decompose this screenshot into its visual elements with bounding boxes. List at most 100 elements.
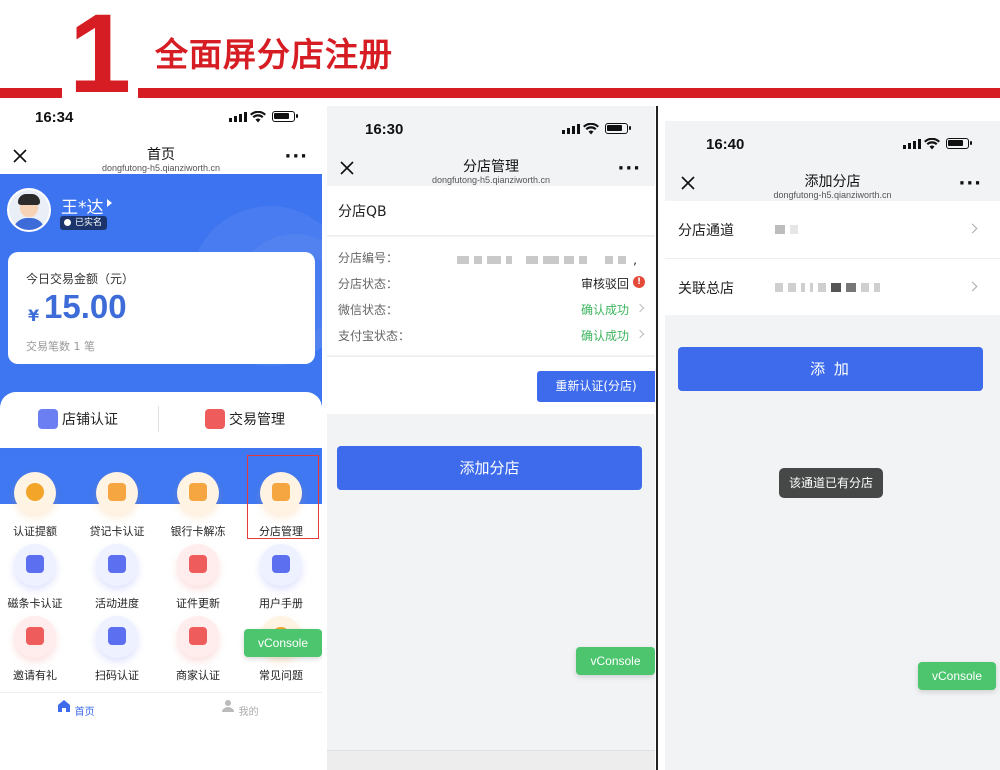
parent-store-select-row[interactable]: 关联总店 — [665, 258, 1000, 315]
branch-code-suffix: , — [633, 253, 637, 267]
vconsole-button[interactable]: vConsole — [244, 629, 322, 657]
wifi-icon — [583, 123, 599, 135]
store-certify-label: 店铺认证 — [62, 412, 118, 428]
vconsole-button[interactable]: vConsole — [576, 647, 655, 675]
branch-status-label: 分店状态： — [338, 277, 399, 291]
chevron-right-icon — [635, 303, 645, 313]
more-icon[interactable]: ··· — [284, 146, 308, 167]
more-icon[interactable]: ··· — [617, 158, 641, 179]
grid-item-manual[interactable]: 用户手册 — [241, 544, 321, 611]
branch-info: 分店编号： , 分店状态： 审核驳回 ! 微信状态： 确认成功 支付宝状态： 确… — [327, 237, 655, 355]
row-branch-code: 分店编号： , — [338, 247, 643, 267]
grid-item-merchant-cert[interactable]: 商家认证 — [158, 616, 238, 683]
signal-icon — [229, 112, 247, 122]
status-time: 16:40 — [706, 136, 745, 153]
section-title: 全面屏分店注册 — [155, 35, 393, 74]
row-branch-status: 分店状态： 审核驳回 ! — [338, 273, 645, 293]
id-card-icon — [177, 544, 219, 586]
grid-item-invite[interactable]: 邀请有礼 — [0, 616, 75, 683]
alipay-status-label: 支付宝状态： — [338, 329, 411, 343]
chevron-right-icon — [635, 329, 645, 339]
more-icon[interactable]: ··· — [958, 173, 982, 194]
wifi-icon — [924, 138, 940, 150]
toast-message: 该通道已有分店 — [779, 468, 884, 498]
grid-label: 银行卡解冻 — [170, 525, 226, 538]
signal-icon — [903, 139, 921, 149]
chevron-right-icon[interactable] — [107, 199, 112, 207]
recertify-branch-button[interactable]: 重新认证(分店) — [537, 371, 655, 402]
signal-icon — [562, 124, 580, 134]
header-red-bar — [0, 88, 1000, 98]
add-button[interactable]: 添 加 — [678, 347, 983, 391]
check-shield-icon — [38, 409, 58, 429]
bank-card-icon — [177, 472, 219, 514]
today-amount-label: 今日交易金额（元） — [26, 272, 135, 286]
grid-label: 常见问题 — [259, 669, 303, 682]
grid-item-id-update[interactable]: 证件更新 — [158, 544, 238, 611]
today-amount-card: 今日交易金额（元） ¥ 15.00 交易笔数 1 笔 — [8, 252, 315, 364]
section-number: 1 — [62, 0, 138, 110]
row-alipay-status[interactable]: 支付宝状态： 确认成功 — [338, 325, 645, 345]
transaction-manage-label: 交易管理 — [229, 412, 285, 428]
channel-value-redacted — [775, 225, 798, 234]
verified-badge: 已实名 — [60, 216, 108, 230]
grid-item-activity[interactable]: 活动进度 — [77, 544, 157, 611]
user-name[interactable]: 王*达 — [61, 193, 104, 218]
status-time: 16:30 — [365, 121, 404, 138]
grid-label: 活动进度 — [95, 597, 139, 610]
scan-doc-icon — [96, 616, 138, 658]
branch-name: 分店QB — [338, 204, 387, 220]
manual-icon — [260, 544, 302, 586]
currency-symbol: ¥ — [28, 306, 40, 325]
status-bar: 16:34 — [0, 100, 322, 130]
wifi-icon — [250, 111, 266, 123]
wechat-status-label: 微信状态： — [338, 303, 399, 317]
channel-select-row[interactable]: 分店通道 — [665, 201, 1000, 258]
grid-label: 证件更新 — [176, 597, 220, 610]
screenshot-divider — [656, 106, 658, 770]
grid-item-bank-unfreeze[interactable]: 银行卡解冻 — [158, 472, 238, 539]
grid-item-credit-card[interactable]: 贷记卡认证 — [77, 472, 157, 539]
store-certify-button[interactable]: 店铺认证 — [38, 408, 118, 430]
grid-item-scan-cert[interactable]: 扫码认证 — [77, 616, 157, 683]
user-icon — [222, 700, 235, 712]
avatar[interactable] — [7, 188, 51, 232]
nav-title: 分店管理 — [463, 159, 519, 175]
wechat-status-value: 确认成功 — [580, 303, 629, 317]
quick-actions-bar: 店铺认证 交易管理 — [0, 392, 322, 448]
browser-bottom-bar — [327, 750, 655, 770]
chevron-right-icon — [967, 281, 978, 292]
nav-title: 首页 — [147, 147, 175, 163]
battery-icon — [272, 111, 298, 122]
parent-store-value-redacted — [775, 283, 880, 292]
shield-check-icon — [177, 616, 219, 658]
branch-code-label: 分店编号： — [338, 251, 399, 265]
transaction-manage-button[interactable]: 交易管理 — [205, 408, 285, 430]
nav-title: 添加分店 — [804, 174, 861, 190]
grid-label: 扫码认证 — [95, 669, 139, 682]
transaction-count: 交易笔数 1 笔 — [26, 340, 95, 353]
tab-bar: 首页 我的 — [0, 692, 322, 740]
grid-item-magstripe[interactable]: 磁条卡认证 — [0, 544, 75, 611]
highlight-branch-manage — [247, 455, 319, 539]
add-branch-button[interactable]: 添加分店 — [337, 446, 642, 490]
tab-mine[interactable]: 我的 — [210, 699, 270, 718]
channel-label: 分店通道 — [678, 223, 734, 239]
tab-home[interactable]: 首页 — [46, 699, 106, 718]
gift-mail-icon — [14, 616, 56, 658]
branch-code-redacted: , — [457, 253, 637, 267]
nav-url: dongfutong-h5.qianziworth.cn — [431, 175, 551, 185]
home-icon — [58, 700, 71, 712]
grid-label: 邀请有礼 — [13, 669, 57, 682]
phone-home-screen: 16:34 首页 dongfutong-h5.qianziworth.cn ··… — [0, 100, 322, 770]
tab-home-label: 首页 — [74, 707, 95, 718]
battery-icon — [605, 123, 631, 134]
grid-item-cert-limit[interactable]: 认证提额 — [0, 472, 75, 539]
vconsole-button[interactable]: vConsole — [918, 662, 996, 690]
bookmark-star-icon — [96, 544, 138, 586]
parent-store-label: 关联总店 — [678, 281, 734, 297]
grid-label: 贷记卡认证 — [89, 525, 145, 538]
branch-name-row: 分店QB — [327, 186, 655, 236]
chevron-right-icon — [967, 223, 978, 234]
row-wechat-status[interactable]: 微信状态： 确认成功 — [338, 299, 645, 319]
